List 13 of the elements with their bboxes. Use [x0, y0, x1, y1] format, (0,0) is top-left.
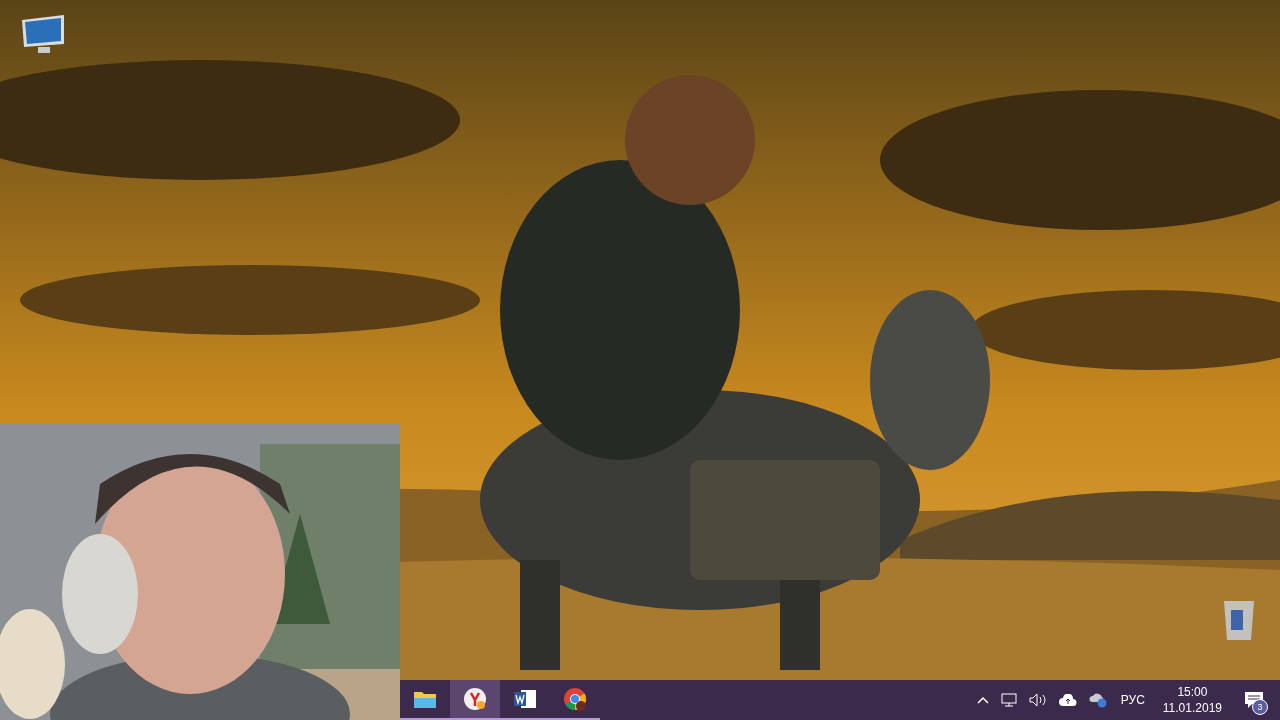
taskbar-app-button[interactable] — [450, 680, 500, 720]
language-indicator[interactable]: РУС — [1116, 693, 1149, 707]
notification-button[interactable]: 3 — [1236, 682, 1272, 718]
chrome-icon — [563, 687, 587, 711]
cloud-upload-icon[interactable] — [1056, 692, 1079, 708]
clock-date: 11.01.2019 — [1162, 700, 1222, 716]
speaker-icon[interactable] — [1026, 691, 1049, 709]
document-icon — [513, 688, 537, 710]
notification-count: 3 — [1252, 699, 1268, 715]
network-icon[interactable] — [998, 691, 1019, 709]
browser-icon — [463, 687, 487, 711]
folder-icon — [413, 689, 437, 709]
clock-time: 15:00 — [1177, 684, 1208, 700]
